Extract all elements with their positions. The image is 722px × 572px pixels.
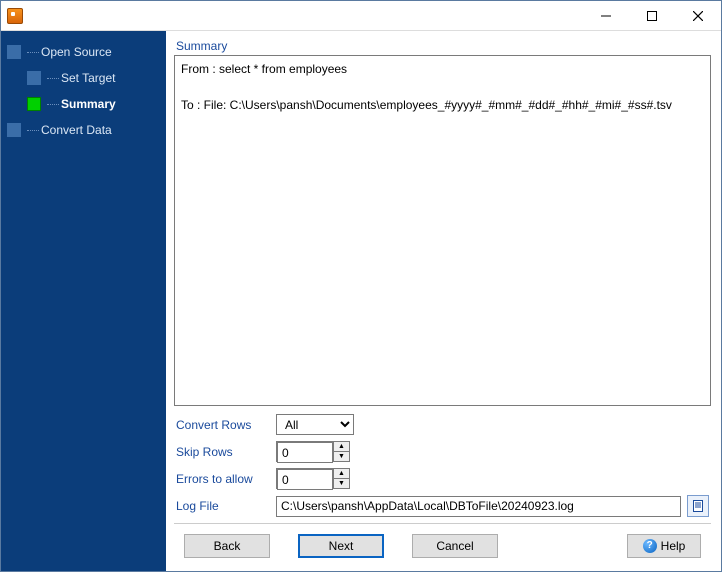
help-label: Help	[661, 539, 686, 553]
spin-up-icon[interactable]: ▲	[334, 442, 349, 452]
next-button[interactable]: Next	[298, 534, 384, 558]
summary-section-label: Summary	[176, 39, 711, 53]
wizard-footer: Back Next Cancel ? Help	[174, 523, 711, 567]
step-open-source[interactable]: Open Source	[1, 39, 166, 65]
wizard-window: Open Source Set Target Summary Convert D…	[0, 0, 722, 572]
skip-rows-row: Skip Rows ▲ ▼	[176, 441, 709, 462]
log-file-label: Log File	[176, 499, 276, 513]
step-convert-data[interactable]: Convert Data	[1, 117, 166, 143]
spin-down-icon[interactable]: ▼	[334, 479, 349, 489]
step-set-target[interactable]: Set Target	[1, 65, 166, 91]
skip-rows-input[interactable]	[277, 442, 333, 463]
body: Open Source Set Target Summary Convert D…	[1, 31, 721, 571]
step-connector	[47, 78, 59, 79]
step-bullet-icon	[27, 97, 41, 111]
convert-rows-label: Convert Rows	[176, 418, 276, 432]
help-icon: ?	[643, 539, 657, 553]
step-summary[interactable]: Summary	[1, 91, 166, 117]
step-label: Set Target	[61, 71, 115, 85]
errors-allow-row: Errors to allow ▲ ▼	[176, 468, 709, 489]
step-connector	[27, 52, 39, 53]
skip-rows-spinner: ▲ ▼	[276, 441, 350, 462]
spin-up-icon[interactable]: ▲	[334, 469, 349, 479]
log-file-row: Log File	[176, 495, 709, 517]
log-file-input[interactable]	[276, 496, 681, 517]
step-bullet-icon	[7, 45, 21, 59]
spin-down-icon[interactable]: ▼	[334, 452, 349, 462]
step-label: Convert Data	[41, 123, 112, 137]
browse-log-file-button[interactable]	[687, 495, 709, 517]
summary-textarea[interactable]: From : select * from employees To : File…	[174, 55, 711, 406]
skip-rows-label: Skip Rows	[176, 445, 276, 459]
back-button[interactable]: Back	[184, 534, 270, 558]
cancel-button[interactable]: Cancel	[412, 534, 498, 558]
window-controls	[583, 1, 721, 30]
errors-allow-spinner: ▲ ▼	[276, 468, 350, 489]
app-icon	[7, 8, 23, 24]
wizard-steps-sidebar: Open Source Set Target Summary Convert D…	[1, 31, 166, 571]
errors-allow-label: Errors to allow	[176, 472, 276, 486]
step-connector	[27, 130, 39, 131]
titlebar	[1, 1, 721, 31]
step-label: Open Source	[41, 45, 112, 59]
minimize-button[interactable]	[583, 1, 629, 30]
step-connector	[47, 104, 59, 105]
maximize-button[interactable]	[629, 1, 675, 30]
step-bullet-icon	[27, 71, 41, 85]
main-panel: Summary From : select * from employees T…	[166, 31, 721, 571]
convert-rows-select[interactable]: All	[276, 414, 354, 435]
options-form: Convert Rows All Skip Rows ▲ ▼	[174, 406, 711, 523]
close-button[interactable]	[675, 1, 721, 30]
step-label: Summary	[61, 97, 116, 111]
file-icon	[692, 500, 704, 512]
convert-rows-row: Convert Rows All	[176, 414, 709, 435]
errors-allow-input[interactable]	[277, 469, 333, 490]
step-bullet-icon	[7, 123, 21, 137]
help-button[interactable]: ? Help	[627, 534, 701, 558]
